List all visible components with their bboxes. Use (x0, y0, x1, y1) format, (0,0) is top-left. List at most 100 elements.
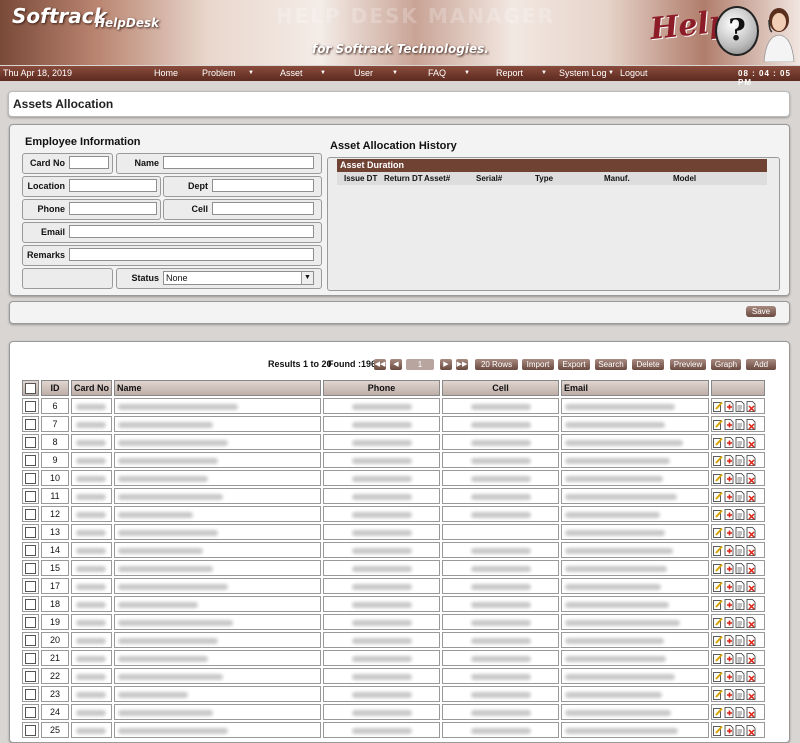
table-row[interactable]: 22 (22, 668, 765, 684)
view-document-icon[interactable] (735, 544, 745, 556)
delete-document-icon[interactable] (746, 490, 756, 502)
col-email[interactable]: Email (561, 380, 709, 396)
add-document-icon[interactable] (724, 634, 734, 646)
row-checkbox[interactable] (22, 434, 39, 450)
view-document-icon[interactable] (735, 400, 745, 412)
edit-icon[interactable] (713, 563, 723, 574)
nav-logout[interactable]: Logout (620, 68, 648, 78)
add-document-icon[interactable] (724, 580, 734, 592)
view-document-icon[interactable] (735, 508, 745, 520)
status-select[interactable]: None ▼ (163, 271, 314, 285)
edit-icon[interactable] (713, 527, 723, 538)
nav-report[interactable]: Report (496, 68, 523, 78)
row-checkbox[interactable] (22, 632, 39, 648)
table-row[interactable]: 21 (22, 650, 765, 666)
add-document-icon[interactable] (724, 508, 734, 520)
row-checkbox[interactable] (22, 704, 39, 720)
view-document-icon[interactable] (735, 562, 745, 574)
edit-icon[interactable] (713, 491, 723, 502)
import-button[interactable]: Import (522, 359, 554, 370)
row-checkbox[interactable] (22, 560, 39, 576)
edit-icon[interactable] (713, 689, 723, 700)
row-checkbox[interactable] (22, 416, 39, 432)
location-input[interactable] (69, 179, 157, 192)
table-row[interactable]: 9 (22, 452, 765, 468)
view-document-icon[interactable] (735, 436, 745, 448)
cell-input[interactable] (212, 202, 314, 215)
edit-icon[interactable] (713, 707, 723, 718)
phone-input[interactable] (69, 202, 157, 215)
table-row[interactable]: 24 (22, 704, 765, 720)
row-checkbox[interactable] (22, 452, 39, 468)
add-document-icon[interactable] (724, 688, 734, 700)
nav-home[interactable]: Home (154, 68, 178, 78)
add-document-icon[interactable] (724, 562, 734, 574)
edit-icon[interactable] (713, 545, 723, 556)
search-button[interactable]: Search (595, 359, 627, 370)
preview-button[interactable]: Preview (670, 359, 706, 370)
edit-icon[interactable] (713, 419, 723, 430)
prev-page-icon[interactable]: ◀ (390, 359, 402, 370)
row-checkbox[interactable] (22, 596, 39, 612)
table-row[interactable]: 23 (22, 686, 765, 702)
delete-document-icon[interactable] (746, 634, 756, 646)
view-document-icon[interactable] (735, 616, 745, 628)
delete-document-icon[interactable] (746, 472, 756, 484)
add-document-icon[interactable] (724, 418, 734, 430)
table-row[interactable]: 8 (22, 434, 765, 450)
add-button[interactable]: Add (746, 359, 776, 370)
col-id[interactable]: ID (41, 380, 69, 396)
row-checkbox[interactable] (22, 542, 39, 558)
view-document-icon[interactable] (735, 472, 745, 484)
table-row[interactable]: 11 (22, 488, 765, 504)
table-row[interactable]: 13 (22, 524, 765, 540)
delete-document-icon[interactable] (746, 418, 756, 430)
nav-problem[interactable]: Problem (202, 68, 236, 78)
nav-faq[interactable]: FAQ (428, 68, 446, 78)
view-document-icon[interactable] (735, 634, 745, 646)
add-document-icon[interactable] (724, 400, 734, 412)
delete-document-icon[interactable] (746, 562, 756, 574)
edit-icon[interactable] (713, 617, 723, 628)
table-row[interactable]: 17 (22, 578, 765, 594)
delete-document-icon[interactable] (746, 688, 756, 700)
edit-icon[interactable] (713, 581, 723, 592)
delete-document-icon[interactable] (746, 670, 756, 682)
delete-document-icon[interactable] (746, 454, 756, 466)
row-checkbox[interactable] (22, 722, 39, 738)
card-no-input[interactable] (69, 156, 109, 169)
chevron-down-icon[interactable]: ▼ (301, 272, 313, 284)
view-document-icon[interactable] (735, 688, 745, 700)
last-page-icon[interactable]: ▶▶ (456, 359, 468, 370)
view-document-icon[interactable] (735, 724, 745, 736)
export-button[interactable]: Export (558, 359, 590, 370)
row-checkbox[interactable] (22, 650, 39, 666)
table-row[interactable]: 15 (22, 560, 765, 576)
view-document-icon[interactable] (735, 598, 745, 610)
edit-icon[interactable] (713, 725, 723, 736)
page-number-input[interactable]: 1 (406, 359, 434, 370)
delete-document-icon[interactable] (746, 652, 756, 664)
add-document-icon[interactable] (724, 706, 734, 718)
edit-icon[interactable] (713, 653, 723, 664)
row-checkbox[interactable] (22, 668, 39, 684)
delete-document-icon[interactable] (746, 436, 756, 448)
first-page-icon[interactable]: ◀◀ (374, 359, 386, 370)
edit-icon[interactable] (713, 455, 723, 466)
view-document-icon[interactable] (735, 418, 745, 430)
row-checkbox[interactable] (22, 398, 39, 414)
delete-document-icon[interactable] (746, 544, 756, 556)
view-document-icon[interactable] (735, 652, 745, 664)
nav-user[interactable]: User (354, 68, 373, 78)
delete-document-icon[interactable] (746, 508, 756, 520)
delete-document-icon[interactable] (746, 580, 756, 592)
table-row[interactable]: 14 (22, 542, 765, 558)
col-cell[interactable]: Cell (442, 380, 559, 396)
view-document-icon[interactable] (735, 580, 745, 592)
add-document-icon[interactable] (724, 670, 734, 682)
add-document-icon[interactable] (724, 652, 734, 664)
col-name[interactable]: Name (114, 380, 321, 396)
col-phone[interactable]: Phone (323, 380, 440, 396)
add-document-icon[interactable] (724, 598, 734, 610)
delete-document-icon[interactable] (746, 598, 756, 610)
